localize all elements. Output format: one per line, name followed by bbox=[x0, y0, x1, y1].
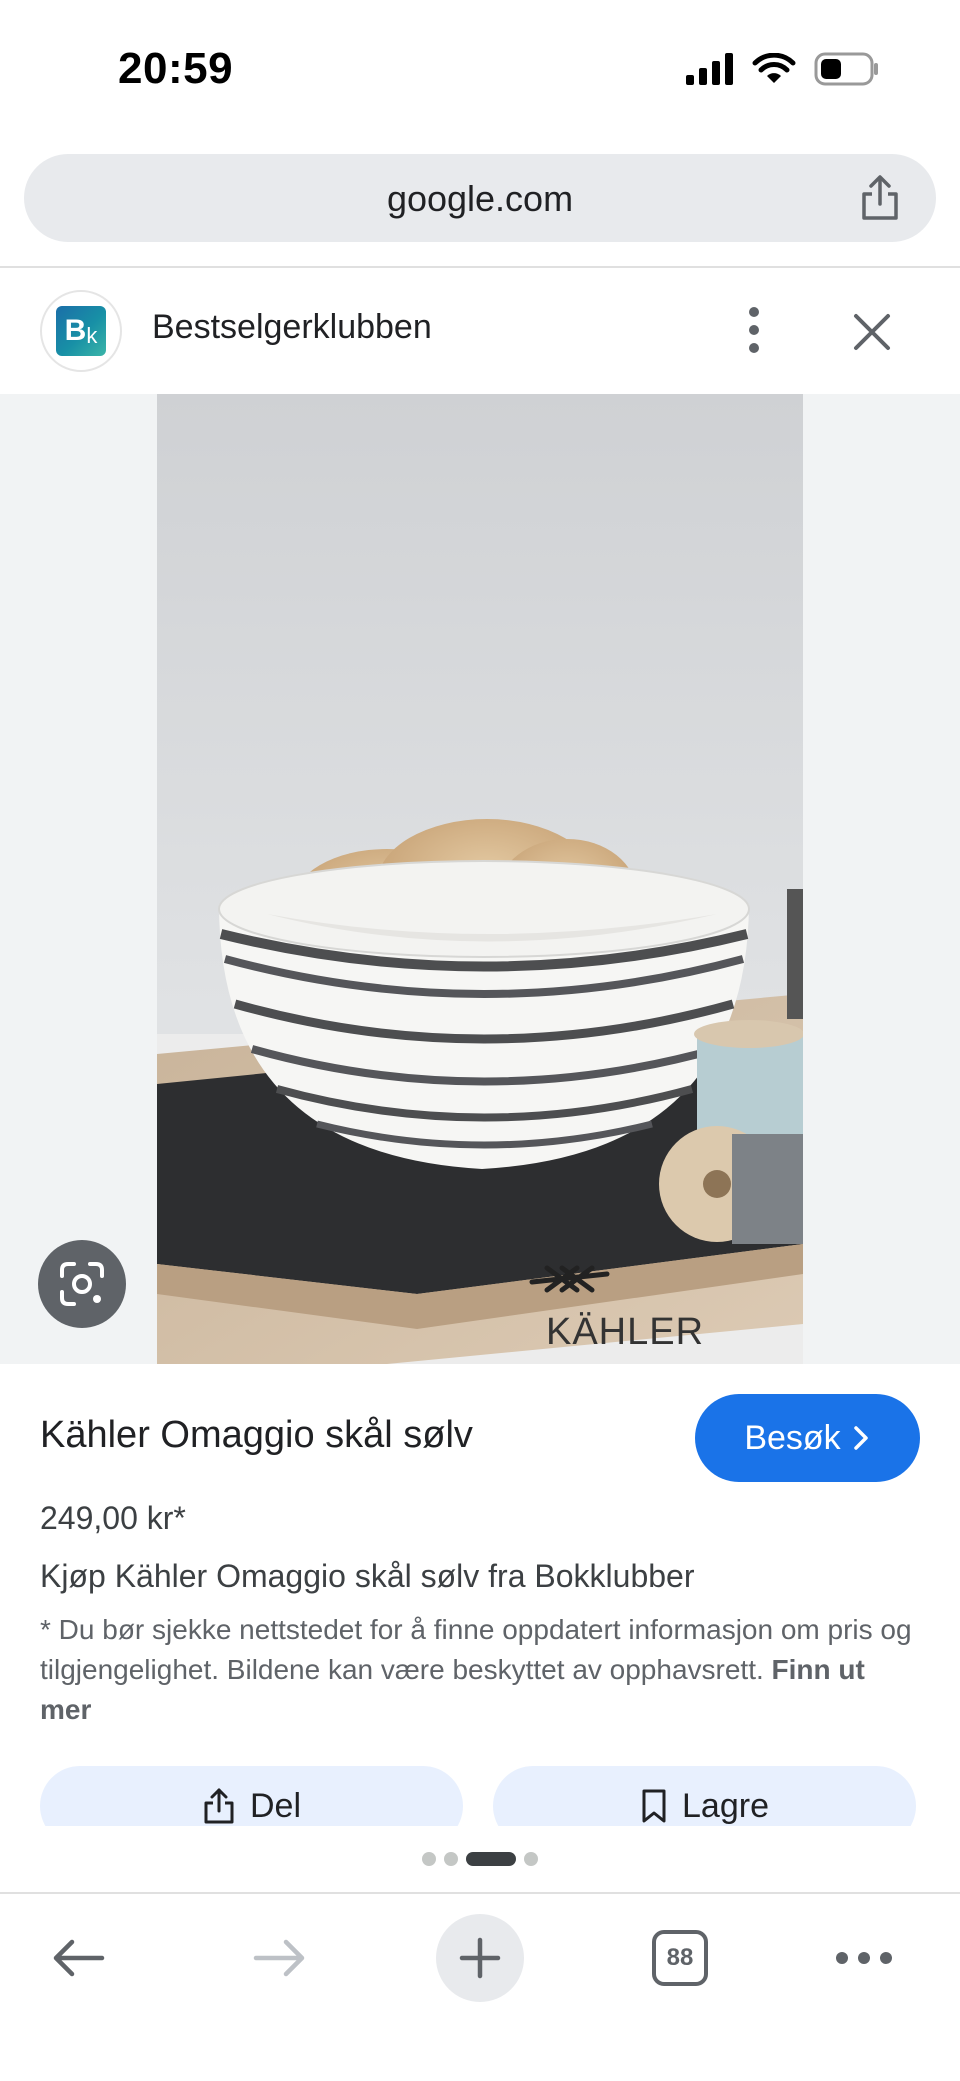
forward-button[interactable] bbox=[236, 1914, 324, 2002]
image-viewer[interactable]: KÄHLER bbox=[0, 394, 960, 1364]
wifi-icon bbox=[752, 53, 796, 83]
save-button-label: Lagre bbox=[682, 1786, 769, 1825]
bottom-toolbar: 88 bbox=[0, 1892, 960, 2081]
bookmark-icon bbox=[642, 1789, 666, 1823]
pager-dot[interactable] bbox=[444, 1852, 458, 1866]
visit-button-label: Besøk bbox=[744, 1418, 841, 1457]
pager-dot[interactable] bbox=[524, 1852, 538, 1866]
product-price: 249,00 kr* bbox=[40, 1500, 186, 1536]
pager-dot-active[interactable] bbox=[466, 1852, 516, 1866]
share-icon[interactable] bbox=[858, 174, 902, 222]
image-pager[interactable] bbox=[0, 1852, 960, 1866]
status-time: 20:59 bbox=[118, 44, 234, 93]
more-horiz-icon bbox=[836, 1952, 892, 1964]
more-button[interactable] bbox=[820, 1914, 908, 2002]
bowl-photo: KÄHLER bbox=[157, 394, 803, 1364]
product-title: Kähler Omaggio skål sølv bbox=[40, 1414, 473, 1456]
chevron-right-icon bbox=[853, 1426, 868, 1450]
visit-button[interactable]: Besøk bbox=[695, 1394, 920, 1482]
back-arrow-icon bbox=[53, 1939, 105, 1977]
lens-button[interactable] bbox=[38, 1240, 126, 1328]
pager-dot[interactable] bbox=[422, 1852, 436, 1866]
status-icons bbox=[686, 52, 880, 86]
status-bar: 20:59 bbox=[0, 0, 960, 140]
close-icon[interactable] bbox=[848, 308, 896, 356]
back-button[interactable] bbox=[34, 1914, 122, 2002]
new-tab-button[interactable] bbox=[436, 1914, 524, 2002]
product-subtitle: Kjøp Kähler Omaggio skål sølv fra Bokklu… bbox=[40, 1558, 695, 1594]
more-vert-icon[interactable] bbox=[736, 298, 772, 362]
battery-icon bbox=[814, 52, 878, 86]
product-image[interactable]: KÄHLER bbox=[157, 394, 803, 1364]
url-bar[interactable]: google.com bbox=[24, 154, 936, 242]
forward-arrow-icon bbox=[253, 1939, 305, 1977]
url-text[interactable]: google.com bbox=[24, 178, 936, 220]
tabs-icon: 88 bbox=[652, 1930, 708, 1986]
site-logo[interactable]: Bk bbox=[40, 290, 122, 372]
site-name[interactable]: Bestselgerklubben bbox=[152, 308, 432, 347]
disclaimer: * Du bør sjekke nettstedet for å finne o… bbox=[40, 1610, 920, 1730]
site-header: Bk Bestselgerklubben bbox=[0, 270, 960, 394]
signal-icon bbox=[686, 53, 733, 85]
top-divider bbox=[0, 266, 960, 268]
tabs-button[interactable]: 88 bbox=[636, 1914, 724, 2002]
share-icon bbox=[204, 1788, 234, 1824]
site-logo-mark: Bk bbox=[56, 306, 106, 356]
plus-icon bbox=[459, 1937, 501, 1979]
share-button-label: Del bbox=[249, 1786, 302, 1825]
watermark-brand: KÄHLER bbox=[546, 1311, 704, 1353]
lens-icon bbox=[60, 1262, 104, 1306]
